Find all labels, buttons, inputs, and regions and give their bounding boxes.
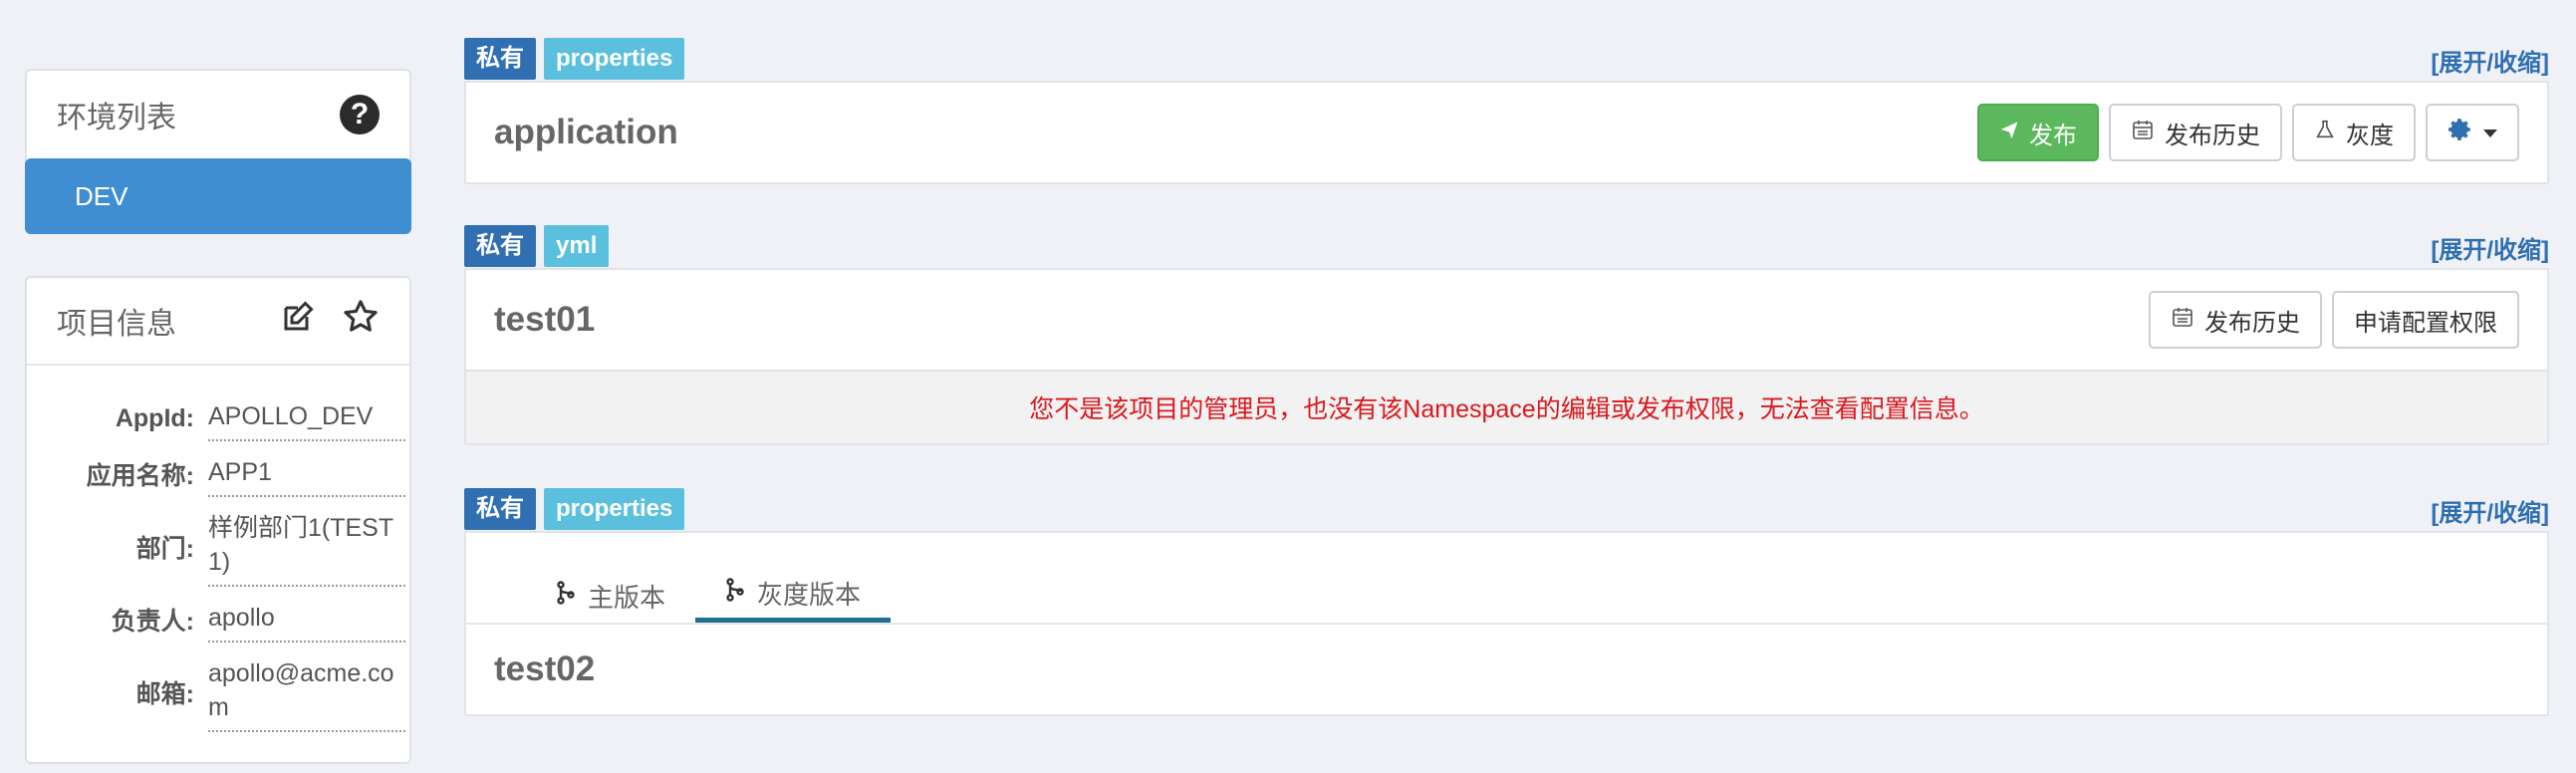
star-icon[interactable] — [342, 298, 380, 344]
namespace-header: application 发布 发布历史 灰度 — [466, 83, 2547, 182]
request-permission-button[interactable]: 申请配置权限 — [2332, 291, 2519, 349]
info-value: 样例部门1(TEST1) — [208, 507, 405, 587]
namespace-tags: 私有 yml [展开/收缩] — [464, 224, 2549, 268]
info-label: 部门: — [135, 535, 194, 563]
tag-format: yml — [544, 225, 610, 267]
info-value: apollo — [208, 597, 405, 643]
gear-icon — [2447, 117, 2473, 149]
tab-gray-version[interactable]: 灰度版本 — [695, 569, 892, 623]
calendar-icon — [2171, 305, 2194, 336]
tag-private: 私有 — [464, 38, 536, 80]
info-value: apollo@acme.com — [208, 652, 405, 732]
info-row-app-name: 应用名称: APP1 — [27, 451, 409, 497]
namespace-name: test02 — [494, 649, 596, 688]
project-info-list: AppId: APOLLO_DEV 应用名称: APP1 部门: 样例部门1(T… — [27, 366, 409, 732]
request-permission-label: 申请配置权限 — [2354, 309, 2497, 337]
namespace-header: test01 发布历史 申请配置权限 — [466, 270, 2547, 370]
env-item-dev[interactable]: DEV — [25, 158, 411, 234]
project-info-header: 项目信息 — [27, 278, 409, 366]
tab-label: 灰度版本 — [757, 580, 862, 610]
edit-icon[interactable] — [280, 299, 316, 343]
info-row-department: 部门: 样例部门1(TEST1) — [27, 507, 409, 587]
chevron-down-icon — [2483, 119, 2497, 146]
info-row-owner: 负责人: apollo — [27, 597, 409, 643]
tab-main-version[interactable]: 主版本 — [526, 569, 695, 623]
branch-icon — [556, 580, 576, 613]
env-list-panel: 环境列表 ? DEV — [25, 69, 411, 234]
branch-icon — [725, 577, 745, 610]
settings-dropdown-button[interactable] — [2426, 104, 2519, 161]
info-row-appid: AppId: APOLLO_DEV — [27, 395, 409, 441]
tag-private: 私有 — [464, 488, 536, 530]
namespace-tags: 私有 properties [展开/收缩] — [464, 37, 2549, 81]
info-label: 负责人: — [111, 608, 194, 636]
calendar-icon — [2131, 118, 2155, 148]
expand-collapse-link[interactable]: [展开/收缩] — [2431, 43, 2549, 78]
info-label: 邮箱: — [135, 680, 194, 708]
namespace-name: application — [494, 113, 678, 151]
env-item-label: DEV — [75, 180, 129, 211]
expand-collapse-link[interactable]: [展开/收缩] — [2431, 493, 2549, 528]
permission-warning: 您不是该项目的管理员，也没有该Namespace的编辑或发布权限，无法查看配置信… — [466, 370, 2547, 443]
info-label: 应用名称: — [86, 462, 194, 490]
tag-format: properties — [544, 38, 685, 80]
tab-label: 主版本 — [588, 582, 666, 613]
publish-button-label: 发布 — [2029, 122, 2077, 149]
info-row-email: 邮箱: apollo@acme.com — [27, 652, 409, 732]
namespace-body: test01 发布历史 申请配置权限 您不是该项目的管理员，也没有该Namesp… — [464, 268, 2549, 445]
release-history-button[interactable]: 发布历史 — [2149, 291, 2322, 349]
expand-collapse-link[interactable]: [展开/收缩] — [2431, 230, 2549, 265]
project-info-title: 项目信息 — [57, 308, 176, 341]
release-history-label: 发布历史 — [2165, 122, 2260, 149]
env-list-title: 环境列表 — [57, 102, 176, 134]
version-tabs: 主版本 灰度版本 — [466, 533, 2547, 625]
gray-release-label: 灰度 — [2346, 122, 2394, 149]
namespace-test01: 私有 yml [展开/收缩] test01 发布历史 申请配置权限 您不是该项目… — [464, 224, 2549, 445]
namespace-body: 主版本 灰度版本 test02 — [464, 531, 2549, 716]
send-icon — [1999, 119, 2019, 146]
permission-warning-text: 您不是该项目的管理员，也没有该Namespace的编辑或发布权限，无法查看配置信… — [1029, 395, 1984, 423]
info-value: APOLLO_DEV — [208, 395, 405, 441]
gray-release-button[interactable]: 灰度 — [2292, 104, 2416, 161]
env-list-header: 环境列表 ? — [27, 71, 409, 158]
release-history-label: 发布历史 — [2204, 309, 2300, 337]
question-circle-icon[interactable]: ? — [340, 95, 380, 134]
tag-format: properties — [544, 488, 685, 530]
info-value: APP1 — [208, 451, 405, 497]
namespace-test02: 私有 properties [展开/收缩] 主版本 灰度版本 test02 — [464, 487, 2549, 716]
flask-icon — [2314, 119, 2336, 147]
namespace-name: test01 — [494, 300, 596, 339]
namespace-application: 私有 properties [展开/收缩] application 发布 发布历… — [464, 37, 2549, 184]
tag-private: 私有 — [464, 225, 536, 267]
info-label: AppId: — [115, 403, 194, 432]
namespace-body: application 发布 发布历史 灰度 — [464, 81, 2549, 184]
release-history-button[interactable]: 发布历史 — [2109, 104, 2282, 161]
project-info-panel: 项目信息 AppId: APOLLO_DEV 应用名称: APP1 部门: 样例… — [25, 276, 411, 764]
namespace-tags: 私有 properties [展开/收缩] — [464, 487, 2549, 531]
publish-button[interactable]: 发布 — [1977, 104, 2099, 161]
